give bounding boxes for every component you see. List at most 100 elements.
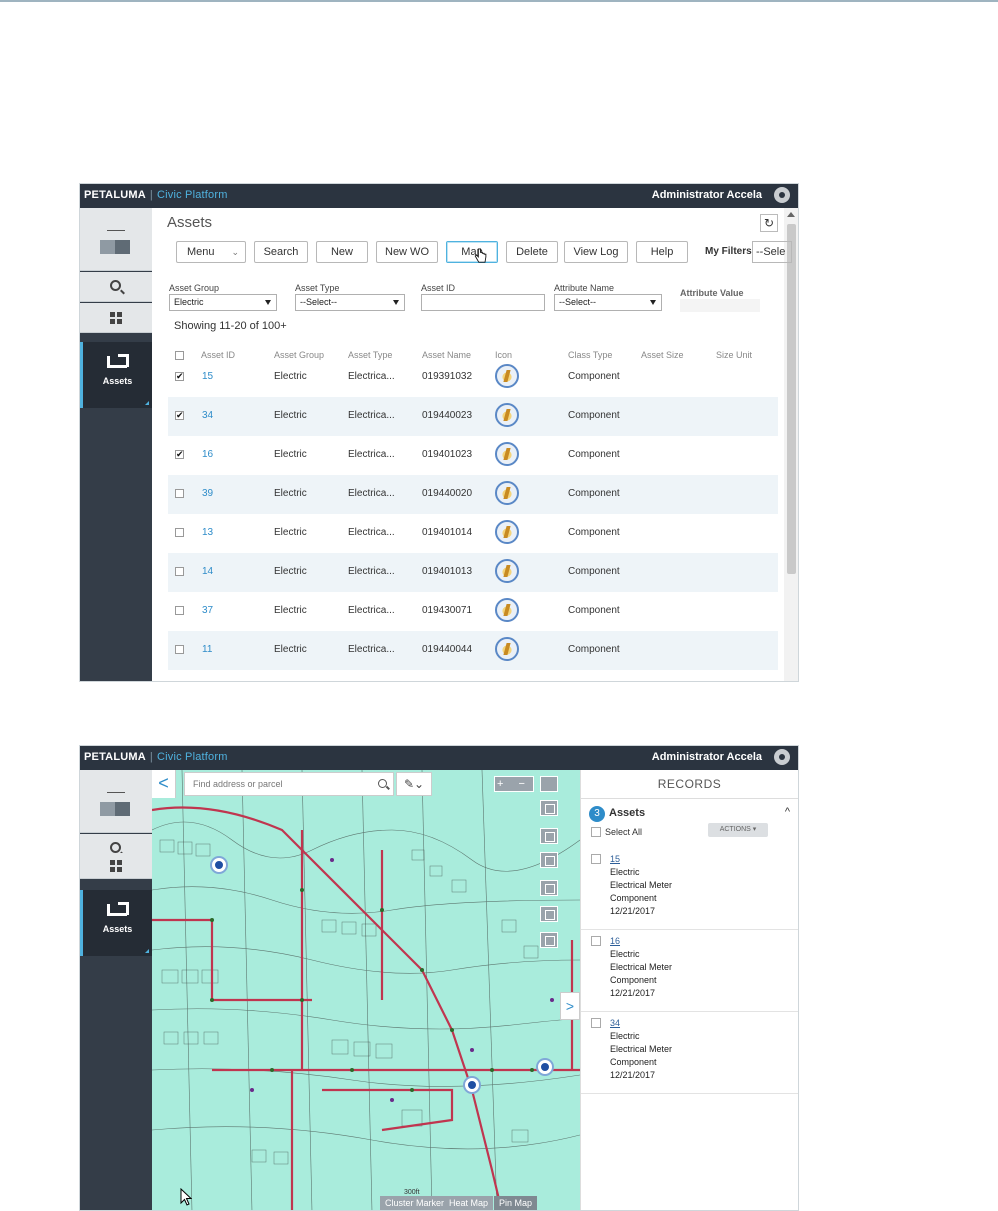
layers-icon[interactable] <box>540 852 558 868</box>
table-row[interactable]: 13 Electric Electrica... 019401014 Compo… <box>168 514 778 553</box>
address-search-input[interactable]: Find address or parcel <box>184 772 394 796</box>
record-group-title: Assets <box>609 807 646 819</box>
record-class: Component <box>610 893 657 903</box>
record-checkbox[interactable] <box>591 1018 601 1028</box>
user-name[interactable]: Administrator Accela <box>652 189 762 201</box>
agency-logo[interactable] <box>80 770 152 833</box>
asset-location-pin[interactable] <box>465 1078 479 1092</box>
sidebar-item-assets[interactable]: Assets <box>80 890 152 956</box>
asset-location-pin[interactable] <box>538 1060 552 1074</box>
attribute-value-input[interactable] <box>680 299 760 312</box>
chevron-down-icon: ⌄ <box>231 247 239 257</box>
expand-records-button[interactable]: > <box>560 992 580 1020</box>
asset-group-label: Asset Group <box>169 283 220 293</box>
asset-id-link[interactable]: 16 <box>202 449 213 460</box>
row-checkbox[interactable] <box>175 645 184 654</box>
record-item[interactable]: 34 Electric Electrical Meter Component 1… <box>581 1012 798 1094</box>
cluster-marker-button[interactable]: Cluster Marker <box>380 1196 450 1210</box>
asset-id-link[interactable]: 34 <box>202 410 213 421</box>
table-row[interactable]: 14 Electric Electrica... 019401013 Compo… <box>168 553 778 592</box>
user-name[interactable]: Administrator Accela <box>652 751 762 763</box>
table-row[interactable]: 11 Electric Electrica... 019440044 Compo… <box>168 631 778 670</box>
select-all-checkbox[interactable] <box>591 827 601 837</box>
delete-button[interactable]: Delete <box>506 241 558 263</box>
record-id-link[interactable]: 16 <box>610 936 620 946</box>
agency-logo[interactable] <box>80 208 152 271</box>
record-item[interactable]: 15 Electric Electrical Meter Component 1… <box>581 848 798 930</box>
attribute-name-select[interactable]: --Select-- <box>554 294 662 311</box>
sidebar-apps-button[interactable] <box>80 303 152 333</box>
search-button[interactable]: Search <box>254 241 308 263</box>
asset-id-link[interactable]: 39 <box>202 488 213 499</box>
record-group: Electric <box>610 867 640 877</box>
record-id-link[interactable]: 15 <box>610 854 620 864</box>
record-group: Electric <box>610 1031 640 1041</box>
asset-location-pin[interactable] <box>212 858 226 872</box>
row-checkbox[interactable] <box>175 528 184 537</box>
chevron-up-icon[interactable]: ^ <box>785 806 790 818</box>
table-row[interactable]: ✔ 16 Electric Electrica... 019401023 Com… <box>168 436 778 475</box>
class-type-cell: Component <box>568 371 620 382</box>
gear-icon[interactable] <box>774 187 790 203</box>
record-checkbox[interactable] <box>591 854 601 864</box>
map-button[interactable]: Map <box>446 241 498 263</box>
record-checkbox[interactable] <box>591 936 601 946</box>
row-checkbox[interactable]: ✔ <box>175 450 184 459</box>
refresh-icon[interactable]: ↻ <box>760 214 778 232</box>
draw-tool-dropdown[interactable]: ✎⌄ <box>396 772 432 796</box>
table-row[interactable]: 37 Electric Electrica... 019430071 Compo… <box>168 592 778 631</box>
row-checkbox[interactable] <box>175 606 184 615</box>
asset-name-cell: 019401023 <box>422 449 473 460</box>
new-wo-button[interactable]: New WO <box>376 241 438 263</box>
basemap-icon[interactable] <box>540 828 558 844</box>
sidebar-apps-button[interactable] <box>80 853 152 879</box>
sidebar-item-assets[interactable]: Assets <box>80 342 152 408</box>
table-row[interactable]: ✔ 15 Electric Electrica... 019391032 Com… <box>168 358 778 397</box>
pin-map-button[interactable]: Pin Map <box>494 1196 538 1210</box>
asset-id-link[interactable]: 13 <box>202 527 213 538</box>
asset-group-select[interactable]: Electric <box>169 294 277 311</box>
app-header: PETALUMA | Civic Platform Administrator Ac… <box>80 746 798 770</box>
asset-id-link[interactable]: 14 <box>202 566 213 577</box>
asset-id-link[interactable]: 15 <box>202 371 213 382</box>
asset-id-input[interactable] <box>421 294 545 311</box>
asset-type-select[interactable]: --Select-- <box>295 294 405 311</box>
vertical-scrollbar[interactable] <box>784 208 798 681</box>
row-checkbox[interactable] <box>175 489 184 498</box>
measure-icon[interactable] <box>540 880 558 896</box>
sidebar-search-button[interactable] <box>80 272 152 302</box>
edit-icon[interactable] <box>540 906 558 922</box>
asset-id-link[interactable]: 37 <box>202 605 213 616</box>
record-item[interactable]: 16 Electric Electrical Meter Component 1… <box>581 930 798 1012</box>
my-filters-select[interactable]: --Sele <box>752 241 792 263</box>
table-row[interactable]: ✔ 34 Electric Electrica... 019440023 Com… <box>168 397 778 436</box>
new-button[interactable]: New <box>316 241 368 263</box>
app-brand: PETALUMA | Civic Platform <box>84 189 228 201</box>
map-canvas[interactable] <box>152 770 580 1210</box>
gear-icon[interactable] <box>774 749 790 765</box>
brand-separator: | <box>149 751 153 763</box>
page-top-rule <box>0 0 998 2</box>
attribute-value-label: Attribute Value <box>680 288 744 298</box>
view-log-button[interactable]: View Log <box>564 241 628 263</box>
row-checkbox[interactable] <box>175 567 184 576</box>
menu-button[interactable]: Menu ⌄ <box>176 241 246 263</box>
row-checkbox[interactable]: ✔ <box>175 372 184 381</box>
fullscreen-icon[interactable] <box>540 776 558 792</box>
heat-map-button[interactable]: Heat Map <box>444 1196 494 1210</box>
chevron-down-icon: ⌄ <box>414 777 425 791</box>
record-id-link[interactable]: 34 <box>610 1018 620 1028</box>
actions-dropdown[interactable]: ACTIONS ▾ <box>708 823 768 837</box>
collapse-panel-button[interactable]: < <box>152 770 176 798</box>
print-icon[interactable] <box>540 932 558 948</box>
zoom-controls[interactable]: + − <box>494 776 534 792</box>
asset-id-link[interactable]: 11 <box>202 644 212 655</box>
asset-group-cell: Electric <box>274 449 307 460</box>
record-count-badge: 3 <box>589 806 605 822</box>
gis-map[interactable]: < Find address or parcel ✎⌄ + − Cluster … <box>152 770 580 1210</box>
help-button[interactable]: Help <box>636 241 688 263</box>
table-row[interactable]: 39 Electric Electrica... 019440020 Compo… <box>168 475 778 514</box>
row-checkbox[interactable]: ✔ <box>175 411 184 420</box>
electric-meter-icon <box>495 637 519 661</box>
locate-icon[interactable] <box>540 800 558 816</box>
